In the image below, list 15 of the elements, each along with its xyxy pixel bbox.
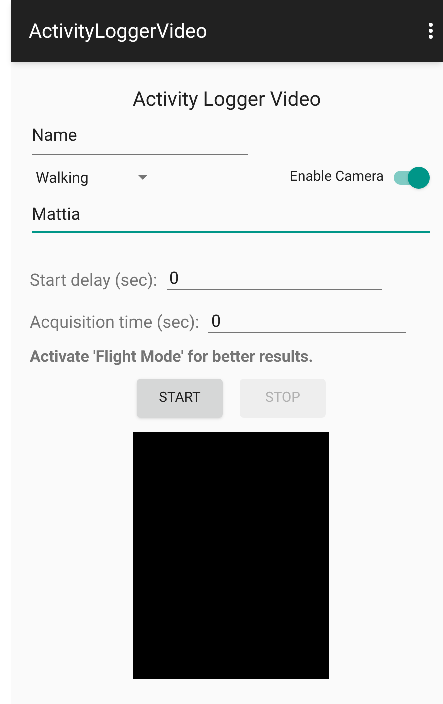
- user-name-field[interactable]: Mattia: [32, 203, 430, 232]
- action-button[interactable]: START: [137, 378, 223, 418]
- page-heading: Activity Logger Video: [132, 86, 322, 113]
- start-delay-label: Start delay (sec):: [30, 270, 158, 292]
- activity-dropdown[interactable]: Walking: [36, 166, 176, 189]
- camera-label: Enable Camera: [290, 168, 384, 188]
- acquisition-time-field[interactable]: 0: [208, 312, 406, 332]
- flight-mode-hint: Activate 'Flight Mode' for better results.: [30, 346, 314, 366]
- start-delay-field[interactable]: 0: [166, 269, 382, 290]
- overflow-menu-icon[interactable]: [429, 23, 433, 39]
- name-field[interactable]: Name: [32, 124, 248, 154]
- acquisition-time-label: Acquisition time (sec):: [30, 312, 200, 335]
- app-title: ActivityLoggerVideo: [29, 18, 208, 45]
- camera-switch[interactable]: [394, 166, 430, 189]
- dropdown-arrow-icon: [138, 175, 148, 180]
